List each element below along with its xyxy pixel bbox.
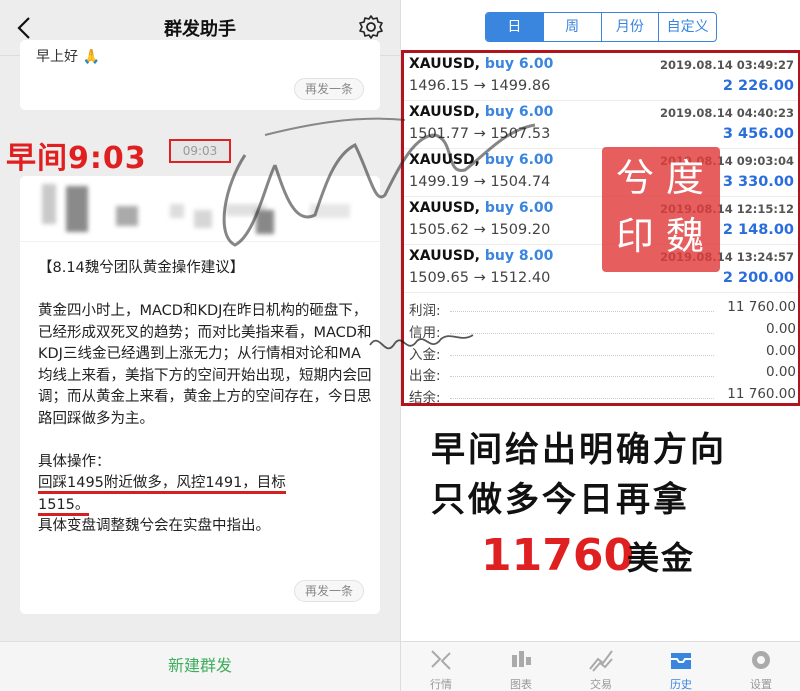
headline-line-1: 早间给出明确方向 [431,430,727,470]
resend-button[interactable]: 再发一条 [293,78,364,100]
trade-symbol: XAUUSD, buy 6.00 [409,56,554,72]
blurred-block [66,186,88,232]
blurred-block [310,204,350,218]
tab-history[interactable]: 历史 [641,642,721,691]
trade-symbol: XAUUSD, buy 6.00 [409,152,554,168]
operations-title: 具体操作： [38,453,111,470]
operations-line: 1515。 [38,495,373,517]
tab-chart[interactable]: 图表 [481,642,561,691]
bottom-tabbar: 行情 图表 交易 历史 设置 [401,641,800,691]
profit-unit: 美金 [627,539,696,577]
blurred-recipients [20,176,380,242]
trade-symbol: XAUUSD, buy 6.00 [409,200,554,216]
trade-date: 2019.08.14 03:49:27 [660,58,794,72]
operations-note: 具体变盘调整魏兮会在实盘中指出。 [38,518,270,534]
time-annotation: 早间9:03 [6,141,147,176]
trade-profit: 2 148.00 [722,222,794,238]
trade-symbol: XAUUSD, buy 6.00 [409,104,554,120]
message-heading: 【8.14魏兮团队黄金操作建议】 [38,260,245,276]
trade-row[interactable]: XAUUSD, buy 6.00 2019.08.14 09:03:04 149… [404,149,798,197]
trade-profit: 3 330.00 [722,174,794,190]
trade-history-list: XAUUSD, buy 6.00 2019.08.14 03:49:27 149… [401,50,800,406]
message-body: 【8.14魏兮团队黄金操作建议】 黄金四小时上，MACD和KDJ在昨日机构的砸盘… [38,258,373,538]
message-timestamp: 09:03 [169,139,231,163]
operations-line-1: 回踩1495附近做多，风控1491，目标 [38,475,286,494]
trade-profit: 2 226.00 [722,78,794,94]
summary-withdrawal: 出金: 0.00 [409,364,796,385]
screenshot: 群发助手 早上好 🙏 再发一条 早间9:03 09:03 【8.14魏兮团队黄金… [0,0,800,691]
new-broadcast-button[interactable]: 新建群发 [0,641,400,691]
trading-panel: 日 周 月份 自定义 XAUUSD, buy 6.00 2019.08.14 0… [400,0,800,691]
chart-icon [512,651,531,667]
headline: 早间给出明确方向 只做多今日再拿 [431,425,727,525]
blurred-block [256,210,274,234]
summary-credit: 信用: 0.00 [409,320,796,341]
summary-deposit: 入金: 0.00 [409,342,796,363]
message-paragraph: 黄金四小时上，MACD和KDJ在昨日机构的砸盘下，已经形成双死叉的趋势；而对比美… [38,303,372,427]
blurred-block [42,184,56,224]
previous-message-text: 早上好 🙏 [36,49,100,65]
chat-panel: 群发助手 早上好 🙏 再发一条 早间9:03 09:03 【8.14魏兮团队黄金… [0,0,400,691]
operations-line: 回踩1495附近做多，风控1491，目标 [38,473,373,495]
tab-month[interactable]: 月份 [602,13,660,41]
trade-prices: 1505.62 → 1509.20 [409,222,551,238]
blurred-block [116,206,138,226]
trade-row[interactable]: XAUUSD, buy 8.00 2019.08.14 13:24:57 150… [404,245,798,293]
message-card: 【8.14魏兮团队黄金操作建议】 黄金四小时上，MACD和KDJ在昨日机构的砸盘… [20,176,380,614]
trade-profit: 2 200.00 [722,270,794,286]
previous-message-card: 早上好 🙏 再发一条 [20,40,380,110]
trade-prices: 1501.77 → 1507.53 [409,126,551,142]
account-summary: 利润: 11 760.00 信用: 0.00 入金: 0.00 出金: 0.00 结余:… [404,297,798,406]
trade-row[interactable]: XAUUSD, buy 6.00 2019.08.14 03:49:27 149… [404,53,798,101]
trade-prices: 1496.15 → 1499.86 [409,78,551,94]
trade-prices: 1509.65 → 1512.40 [409,270,551,286]
period-selector: 日 周 月份 自定义 [485,12,717,42]
blurred-block [170,204,184,218]
headline-line-2: 只做多今日再拿 [431,480,690,520]
tab-week[interactable]: 周 [544,13,602,41]
resend-button[interactable]: 再发一条 [293,580,364,602]
chat-title: 群发助手 [164,19,236,40]
trade-icon [589,650,613,672]
profit-amount: 11760 [481,530,635,581]
summary-profit: 利润: 11 760.00 [409,299,796,319]
trade-symbol: XAUUSD, buy 8.00 [409,248,554,264]
trade-date: 2019.08.14 04:40:23 [660,106,794,120]
tab-quotes[interactable]: 行情 [401,642,481,691]
gear-icon[interactable] [358,14,384,40]
blurred-block [194,210,212,228]
tab-custom[interactable]: 自定义 [659,13,716,41]
trade-row[interactable]: XAUUSD, buy 6.00 2019.08.14 04:40:23 150… [404,101,798,149]
operations-line-2: 1515。 [38,496,90,516]
history-icon [671,653,691,669]
settings-icon [752,651,770,669]
tab-settings[interactable]: 设置 [721,642,800,691]
quotes-icon [431,650,451,670]
summary-balance: 结余: 11 760.00 [409,386,796,407]
trade-profit: 3 456.00 [722,126,794,142]
trade-row[interactable]: XAUUSD, buy 6.00 2019.08.14 12:15:12 150… [404,197,798,245]
tab-trade[interactable]: 交易 [561,642,641,691]
seal-stamp: 兮 度 印 魏 [602,147,720,272]
tab-day[interactable]: 日 [486,13,544,41]
trade-prices: 1499.19 → 1504.74 [409,174,551,190]
